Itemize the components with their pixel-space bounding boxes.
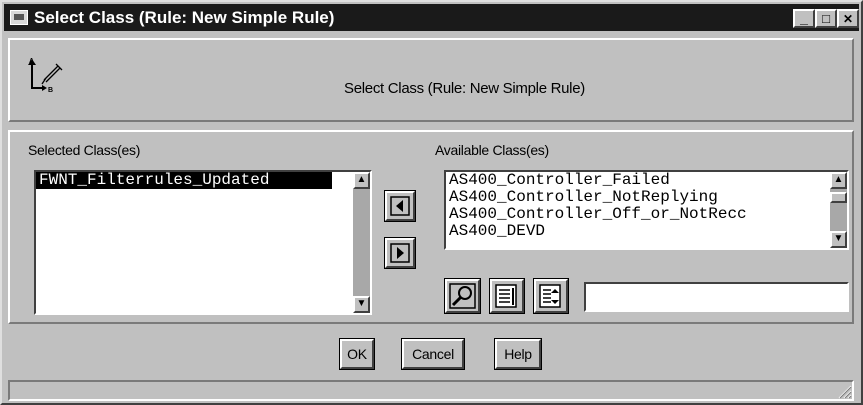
search-button[interactable] [444, 278, 481, 314]
window-title: Select Class (Rule: New Simple Rule) [34, 8, 335, 27]
scroll-up-arrow-icon[interactable]: ▲ [353, 172, 370, 189]
cancel-button[interactable]: Cancel [401, 338, 465, 370]
scroll-thumb[interactable] [830, 192, 847, 203]
selected-classes-label: Selected Class(es) [28, 142, 141, 158]
list-icon [495, 284, 517, 308]
available-classes-list[interactable]: AS400_Controller_Failed AS400_Controller… [444, 170, 849, 250]
scroll-down-arrow-icon[interactable]: ▼ [830, 231, 847, 248]
selected-list-scrollbar[interactable]: ▲ ▼ [353, 172, 370, 313]
header-text: Select Class (Rule: New Simple Rule) [344, 80, 585, 97]
magnifier-icon [449, 283, 476, 309]
ok-button[interactable]: OK [339, 338, 375, 370]
svg-text:A: A [29, 58, 34, 65]
scroll-up-arrow-icon[interactable]: ▲ [830, 172, 847, 189]
selected-classes-list[interactable]: FWNT_Filterrules_Updated ▲ ▼ [34, 170, 372, 315]
list-item[interactable]: AS400_DEVD [446, 223, 847, 240]
list-view-button[interactable] [489, 278, 525, 314]
maximize-button[interactable]: □ [815, 9, 837, 28]
status-bar [8, 380, 854, 401]
list-item[interactable]: AS400_Controller_NotReplying [446, 189, 847, 206]
minimize-button[interactable]: _ [793, 9, 815, 28]
header-panel: A B Select Class (Rule: New Simple Rule) [8, 38, 854, 122]
arrow-right-icon [390, 243, 410, 263]
class-hierarchy-icon: A B [28, 58, 63, 94]
move-left-button[interactable] [384, 190, 416, 222]
list-detail-icon [539, 284, 561, 308]
detail-view-button[interactable] [533, 278, 569, 314]
move-right-button[interactable] [384, 237, 416, 269]
title-bar[interactable]: Select Class (Rule: New Simple Rule) _ □… [4, 4, 859, 31]
resize-grip-icon[interactable] [836, 383, 852, 399]
close-button[interactable]: ✕ [837, 9, 859, 28]
list-item[interactable]: FWNT_Filterrules_Updated [36, 172, 332, 189]
main-panel: Selected Class(es) FWNT_Filterrules_Upda… [8, 130, 854, 324]
search-input[interactable] [584, 282, 849, 312]
list-item[interactable]: AS400_Controller_Off_or_NotRecc [446, 206, 847, 223]
list-item[interactable]: AS400_Controller_Failed [446, 172, 847, 189]
select-class-dialog: Select Class (Rule: New Simple Rule) _ □… [0, 0, 863, 405]
available-classes-label: Available Class(es) [435, 142, 549, 158]
scroll-down-arrow-icon[interactable]: ▼ [353, 296, 370, 313]
arrow-left-icon [390, 196, 410, 216]
app-icon[interactable] [10, 10, 28, 25]
help-button[interactable]: Help [494, 338, 542, 370]
available-list-scrollbar[interactable]: ▲ ▼ [830, 172, 847, 248]
svg-text:B: B [48, 87, 53, 94]
